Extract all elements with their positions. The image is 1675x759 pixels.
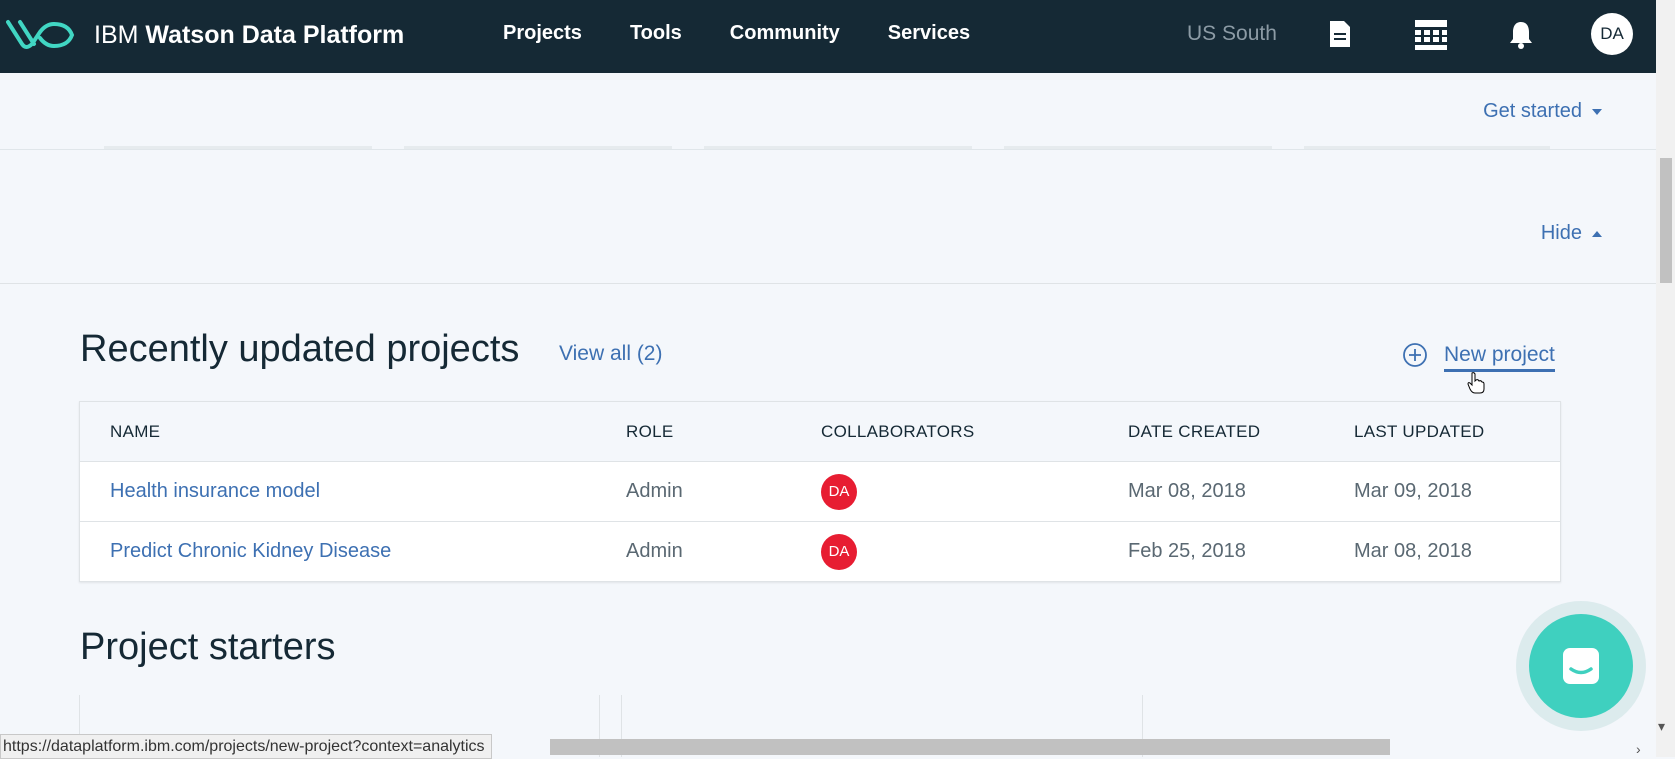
region-selector[interactable]: US South <box>1187 22 1277 46</box>
table-row[interactable]: Health insurance model Admin DA Mar 08, … <box>80 462 1560 522</box>
role-cell: Admin <box>626 480 683 502</box>
project-name-cell: Predict Chronic Kidney Disease <box>110 522 391 581</box>
date-created-cell: Feb 25, 2018 <box>1128 540 1246 562</box>
brand[interactable]: IBM Watson Data Platform <box>6 18 404 52</box>
collaborator-avatar[interactable]: DA <box>821 533 857 570</box>
brand-title: IBM Watson Data Platform <box>94 21 404 50</box>
column-header-date-created[interactable]: DATE CREATED <box>1128 402 1260 461</box>
scroll-down-arrow-icon[interactable]: ▾ <box>1658 718 1665 735</box>
get-started-dropdown[interactable]: Get started <box>1483 100 1602 123</box>
project-link[interactable]: Predict Chronic Kidney Disease <box>110 540 391 563</box>
tile-edge <box>104 146 372 149</box>
horizontal-scrollbar-thumb[interactable] <box>550 739 1390 755</box>
chat-launcher[interactable] <box>1516 601 1646 731</box>
scroll-right-arrow-icon[interactable]: › <box>1636 741 1641 757</box>
hide-toggle[interactable]: Hide <box>1541 222 1602 245</box>
role-cell: Admin <box>626 540 683 562</box>
collapsible-band: Hide <box>0 150 1656 284</box>
new-project-button[interactable]: New project <box>1402 342 1555 373</box>
nav-tools[interactable]: Tools <box>630 22 682 45</box>
user-avatar[interactable]: DA <box>1591 13 1633 55</box>
nav-services[interactable]: Services <box>888 22 970 45</box>
column-header-name[interactable]: NAME <box>110 402 160 461</box>
collaborator-avatar[interactable]: DA <box>821 473 857 510</box>
project-starters-title: Project starters <box>80 626 336 668</box>
vertical-scrollbar[interactable] <box>1656 0 1675 757</box>
bell-icon[interactable] <box>1508 20 1534 55</box>
tile-edge <box>404 146 672 149</box>
brand-product: Watson Data Platform <box>145 20 405 49</box>
project-name-cell: Health insurance model <box>110 462 320 521</box>
project-link[interactable]: Health insurance model <box>110 480 320 503</box>
projects-table: NAME ROLE COLLABORATORS DATE CREATED LAS… <box>79 401 1561 582</box>
last-updated-cell: Mar 09, 2018 <box>1354 480 1472 502</box>
column-header-last-updated[interactable]: LAST UPDATED <box>1354 402 1485 461</box>
date-created-cell: Mar 08, 2018 <box>1128 480 1246 502</box>
collaborators-cell: DA <box>821 462 857 521</box>
recent-projects-title: Recently updated projects <box>80 328 520 370</box>
hide-label: Hide <box>1540 222 1582 244</box>
catalog-grid-icon[interactable] <box>1415 20 1447 55</box>
vertical-scrollbar-thumb[interactable] <box>1660 158 1672 283</box>
brand-ibm: IBM <box>94 20 139 49</box>
last-updated-cell: Mar 08, 2018 <box>1354 540 1472 562</box>
view-all-link[interactable]: View all (2) <box>559 342 662 366</box>
caret-down-icon <box>1592 108 1602 115</box>
main-nav: Projects Tools Community Services <box>503 22 1018 45</box>
table-row[interactable]: Predict Chronic Kidney Disease Admin DA … <box>80 522 1560 581</box>
document-icon[interactable] <box>1329 20 1351 53</box>
tile-edge <box>1004 146 1272 149</box>
top-navigation-bar: IBM Watson Data Platform Projects Tools … <box>0 0 1656 73</box>
get-started-label: Get started <box>1483 100 1582 122</box>
column-header-collaborators[interactable]: COLLABORATORS <box>821 402 974 461</box>
new-project-label: New project <box>1444 343 1555 372</box>
status-bar-url: https://dataplatform.ibm.com/projects/ne… <box>0 734 492 759</box>
get-started-band: Get started <box>0 73 1656 150</box>
table-header-row: NAME ROLE COLLABORATORS DATE CREATED LAS… <box>80 402 1560 462</box>
watson-logo-icon <box>6 18 78 52</box>
tile-edge <box>1304 146 1550 149</box>
caret-up-icon <box>1592 230 1602 237</box>
nav-community[interactable]: Community <box>730 22 840 45</box>
chat-bubble-icon <box>1529 614 1633 718</box>
hand-cursor-icon <box>1467 372 1485 399</box>
collaborators-cell: DA <box>821 522 857 581</box>
add-circle-icon <box>1402 342 1428 373</box>
nav-projects[interactable]: Projects <box>503 22 582 45</box>
tile-edge <box>704 146 972 149</box>
column-header-role[interactable]: ROLE <box>626 402 674 461</box>
